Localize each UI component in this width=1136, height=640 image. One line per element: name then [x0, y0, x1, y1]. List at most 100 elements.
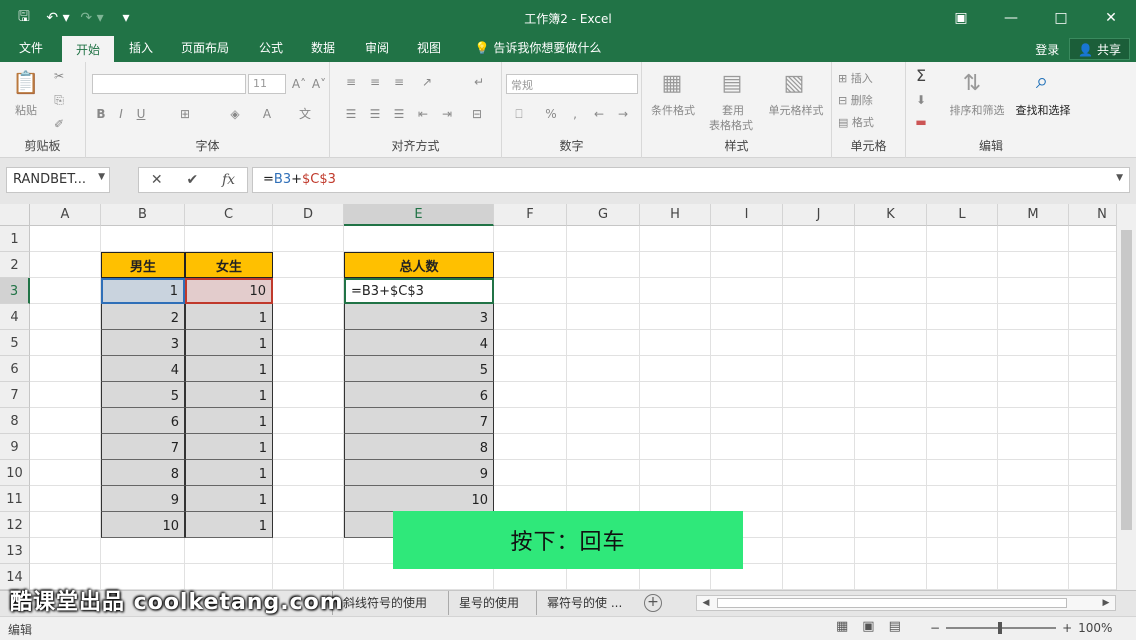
underline-icon[interactable]: U: [132, 106, 150, 122]
share-button[interactable]: 👤 共享: [1069, 38, 1130, 60]
column-header-j[interactable]: J: [783, 204, 855, 226]
italic-icon[interactable]: I: [112, 106, 130, 122]
cell-e4[interactable]: 3: [344, 304, 494, 330]
fill-color-icon[interactable]: ◈: [226, 106, 244, 122]
tab-insert[interactable]: 插入: [120, 36, 162, 62]
cell-e7[interactable]: 6: [344, 382, 494, 408]
name-box[interactable]: RANDBET... ▼: [6, 167, 110, 193]
format-painter-icon[interactable]: ✐: [50, 116, 68, 132]
cell-b11[interactable]: 9: [101, 486, 185, 512]
cell-b3[interactable]: 1: [101, 278, 185, 304]
row-header-1[interactable]: 1: [0, 226, 30, 252]
customize-qat-icon[interactable]: ▾: [112, 7, 140, 29]
row-header-3[interactable]: 3: [0, 278, 30, 304]
column-header-m[interactable]: M: [998, 204, 1069, 226]
cell-e5[interactable]: 4: [344, 330, 494, 356]
align-left-icon[interactable]: ☰: [342, 106, 360, 122]
cell-styles-icon[interactable]: ▧: [778, 68, 810, 100]
cell-e8[interactable]: 7: [344, 408, 494, 434]
zoom-slider[interactable]: [946, 622, 1057, 634]
row-header-2[interactable]: 2: [0, 252, 30, 278]
page-layout-view-icon[interactable]: ▣: [862, 619, 874, 634]
tell-me-box[interactable]: 💡 告诉我你想要做什么: [468, 36, 608, 62]
decrease-indent-icon[interactable]: ⇤: [414, 106, 432, 122]
row-header-13[interactable]: 13: [0, 538, 30, 564]
cell-c3[interactable]: 10: [185, 278, 273, 304]
row-header-7[interactable]: 7: [0, 382, 30, 408]
cell-c12[interactable]: 1: [185, 512, 273, 538]
font-name-field[interactable]: [92, 74, 246, 94]
column-header-i[interactable]: I: [711, 204, 783, 226]
wrap-text-icon[interactable]: ↵: [470, 74, 488, 90]
cell-c11[interactable]: 1: [185, 486, 273, 512]
number-format-field[interactable]: 常规: [506, 74, 638, 94]
tab-page-layout[interactable]: 页面布局: [172, 36, 238, 62]
horizontal-scroll-thumb[interactable]: [717, 598, 1067, 608]
column-header-g[interactable]: G: [567, 204, 640, 226]
cell-b9[interactable]: 7: [101, 434, 185, 460]
align-middle-icon[interactable]: ≡: [366, 74, 384, 90]
scroll-right-icon[interactable]: ▶: [1099, 596, 1113, 610]
cell-e3[interactable]: =B3+$C$3: [344, 278, 494, 304]
font-color-icon[interactable]: A: [258, 106, 276, 122]
merge-center-icon[interactable]: ⊟: [468, 106, 486, 122]
cell-c10[interactable]: 1: [185, 460, 273, 486]
formula-input[interactable]: =B3+$C$3 ▼: [252, 167, 1130, 193]
cell-c8[interactable]: 1: [185, 408, 273, 434]
sheet-tab-asterisk[interactable]: 星号的使用: [448, 591, 519, 615]
font-size-field[interactable]: 11: [248, 74, 286, 94]
column-header-c[interactable]: C: [185, 204, 273, 226]
vertical-scrollbar[interactable]: [1116, 204, 1136, 590]
tab-review[interactable]: 审阅: [356, 36, 398, 62]
tab-view[interactable]: 视图: [408, 36, 450, 62]
cell-e6[interactable]: 5: [344, 356, 494, 382]
format-as-table-button-1[interactable]: 套用: [704, 102, 762, 118]
normal-view-icon[interactable]: ▦: [836, 619, 848, 634]
cell-b12[interactable]: 10: [101, 512, 185, 538]
vertical-scroll-thumb[interactable]: [1121, 230, 1132, 530]
enter-icon[interactable]: ✔: [186, 172, 198, 188]
increase-decimal-icon[interactable]: ←: [590, 106, 608, 122]
cancel-icon[interactable]: ✕: [151, 172, 163, 188]
tab-data[interactable]: 数据: [302, 36, 344, 62]
fill-icon[interactable]: ⬇: [912, 92, 930, 108]
conditional-format-icon[interactable]: ▦: [656, 68, 688, 100]
minimize-icon[interactable]: —: [986, 0, 1036, 36]
ribbon-display-icon[interactable]: ▣: [936, 0, 986, 36]
tab-home[interactable]: 开始: [62, 36, 114, 62]
currency-icon[interactable]: ⎕: [510, 106, 528, 122]
zoom-out-icon[interactable]: −: [930, 621, 940, 635]
sort-filter-icon[interactable]: ⇅: [956, 68, 988, 100]
column-header-h[interactable]: H: [640, 204, 711, 226]
column-header-d[interactable]: D: [273, 204, 344, 226]
phonetic-icon[interactable]: 文: [296, 106, 314, 122]
cell-c5[interactable]: 1: [185, 330, 273, 356]
cell-styles-button[interactable]: 单元格样式: [762, 102, 830, 118]
cell-c7[interactable]: 1: [185, 382, 273, 408]
decrease-font-icon[interactable]: A˅: [310, 76, 328, 92]
select-all-corner[interactable]: [0, 204, 30, 226]
horizontal-scrollbar[interactable]: ◀ ▶: [696, 595, 1116, 611]
cell-b10[interactable]: 8: [101, 460, 185, 486]
autosum-icon[interactable]: Σ: [912, 68, 930, 84]
bold-icon[interactable]: B: [92, 106, 110, 122]
decrease-decimal-icon[interactable]: →: [614, 106, 632, 122]
cell-b8[interactable]: 6: [101, 408, 185, 434]
close-icon[interactable]: ✕: [1086, 0, 1136, 36]
add-sheet-icon[interactable]: +: [644, 594, 662, 612]
tab-formulas[interactable]: 公式: [250, 36, 292, 62]
maximize-icon[interactable]: □: [1036, 0, 1086, 36]
paste-icon[interactable]: 📋: [10, 68, 42, 100]
save-icon[interactable]: 🖫: [10, 7, 38, 29]
format-cells-button[interactable]: ▤ 格式: [838, 114, 902, 130]
column-header-b[interactable]: B: [101, 204, 185, 226]
align-right-icon[interactable]: ☰: [390, 106, 408, 122]
orientation-icon[interactable]: ↗: [418, 74, 436, 90]
column-header-k[interactable]: K: [855, 204, 927, 226]
cell-c9[interactable]: 1: [185, 434, 273, 460]
borders-icon[interactable]: ⊞: [176, 106, 194, 122]
undo-icon[interactable]: ↶ ▾: [44, 7, 72, 29]
row-header-12[interactable]: 12: [0, 512, 30, 538]
copy-icon[interactable]: ⎘: [50, 92, 68, 108]
cell-e9[interactable]: 8: [344, 434, 494, 460]
